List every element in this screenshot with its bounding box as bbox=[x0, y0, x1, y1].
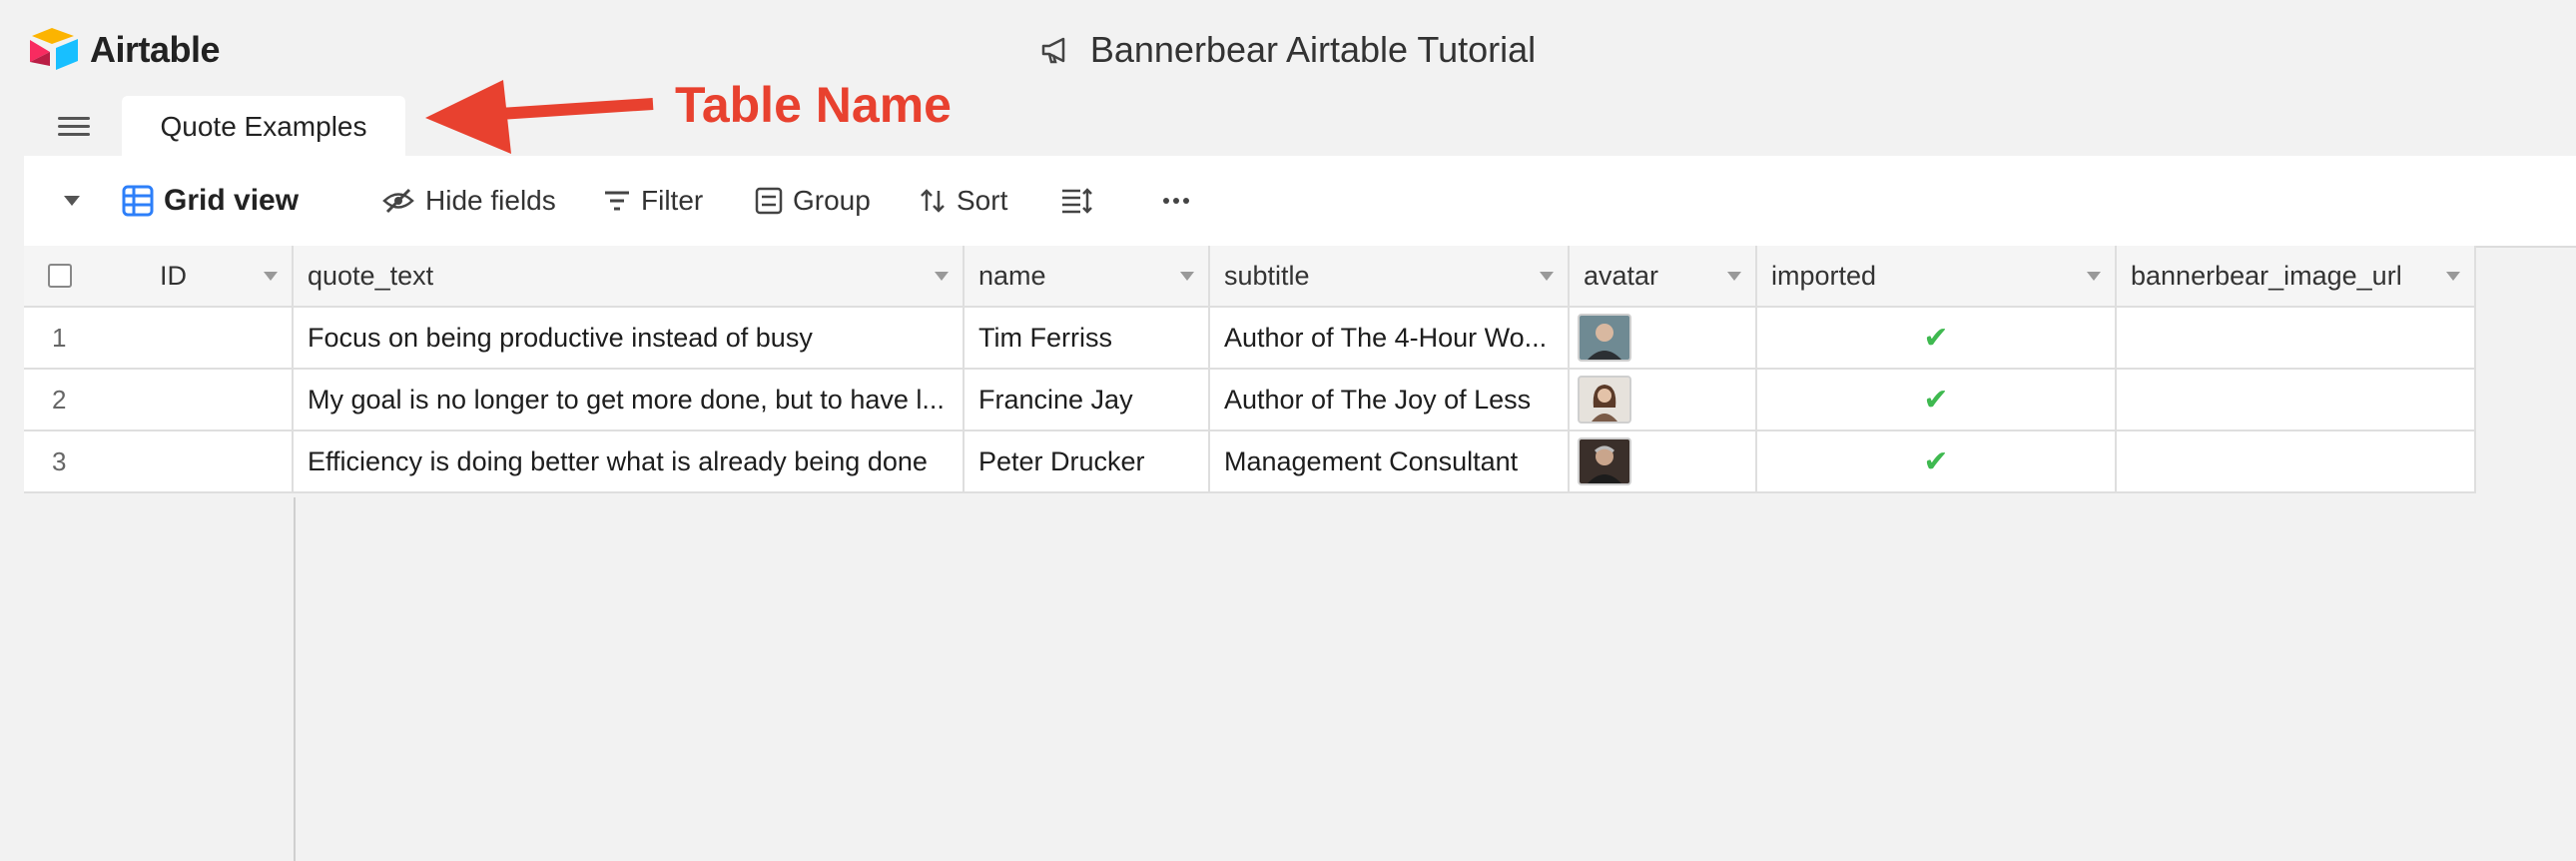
grid-view-button[interactable]: Grid view bbox=[122, 156, 299, 246]
cell-imported[interactable]: ✔ bbox=[1757, 431, 2117, 493]
column-header-label: subtitle bbox=[1224, 260, 1310, 291]
select-all-checkbox[interactable] bbox=[48, 264, 72, 288]
column-menu-caret-icon[interactable] bbox=[1180, 271, 1194, 281]
cell-imported[interactable]: ✔ bbox=[1757, 370, 2117, 431]
column-menu-caret-icon[interactable] bbox=[1727, 271, 1741, 281]
hamburger-menu-icon[interactable] bbox=[58, 112, 90, 140]
hide-fields-button[interactable]: Hide fields bbox=[381, 156, 556, 246]
cell-name[interactable]: Tim Ferriss bbox=[965, 308, 1210, 370]
view-toolbar: Grid view Hide fields Filter Group Sort bbox=[24, 156, 2576, 248]
filter-icon bbox=[605, 191, 629, 211]
cell-subtitle[interactable]: Management Consultant bbox=[1210, 431, 1570, 493]
sort-arrows-icon bbox=[921, 189, 945, 213]
cell-quote-text[interactable]: Efficiency is doing better what is alrea… bbox=[294, 431, 965, 493]
cell-subtitle[interactable]: Author of The 4-Hour Wo... bbox=[1210, 308, 1570, 370]
column-header-label: avatar bbox=[1584, 260, 1659, 291]
grid-view-icon bbox=[122, 185, 154, 217]
annotation-arrow-icon bbox=[425, 80, 654, 154]
column-menu-caret-icon[interactable] bbox=[2087, 271, 2101, 281]
row-number-gutter bbox=[24, 497, 296, 861]
cell-avatar[interactable] bbox=[1570, 308, 1757, 370]
hide-fields-label: Hide fields bbox=[425, 185, 556, 216]
column-menu-caret-icon[interactable] bbox=[935, 271, 949, 281]
ellipsis-icon bbox=[1163, 198, 1189, 204]
column-header-subtitle[interactable]: subtitle bbox=[1210, 246, 1570, 308]
column-header-id[interactable]: ID bbox=[24, 246, 294, 308]
column-header-name[interactable]: name bbox=[965, 246, 1210, 308]
column-menu-caret-icon[interactable] bbox=[264, 271, 278, 281]
avatar-thumbnail[interactable] bbox=[1578, 376, 1631, 424]
checkmark-icon: ✔ bbox=[1923, 444, 1949, 478]
grid-view-label: Grid view bbox=[164, 184, 300, 217]
column-header-label: quote_text bbox=[308, 260, 434, 291]
cell-subtitle[interactable]: Author of The Joy of Less bbox=[1210, 370, 1570, 431]
column-header-avatar[interactable]: avatar bbox=[1570, 246, 1757, 308]
view-switcher-caret[interactable] bbox=[64, 156, 80, 246]
cell-name[interactable]: Peter Drucker bbox=[965, 431, 1210, 493]
cell-bannerbear-image-url[interactable] bbox=[2117, 370, 2476, 431]
sort-button[interactable]: Sort bbox=[919, 156, 1007, 246]
more-options-icon[interactable] bbox=[1162, 156, 1190, 246]
filter-button[interactable]: Filter bbox=[603, 156, 703, 246]
column-header-label: ID bbox=[160, 260, 187, 291]
column-header-label: imported bbox=[1771, 260, 1877, 291]
airtable-wordmark: Airtable bbox=[90, 29, 221, 70]
column-menu-caret-icon[interactable] bbox=[1540, 271, 1554, 281]
row-height-icon bbox=[1062, 188, 1092, 214]
column-header-bannerbear-image-url[interactable]: bannerbear_image_url bbox=[2117, 246, 2476, 308]
base-title: Bannerbear Airtable Tutorial bbox=[0, 22, 2576, 78]
group-button[interactable]: Group bbox=[755, 156, 871, 246]
annotation-label: Table Name bbox=[675, 77, 952, 133]
checkmark-icon: ✔ bbox=[1923, 383, 1949, 417]
row-number[interactable]: 2 bbox=[24, 370, 294, 431]
row-height-button[interactable] bbox=[1060, 156, 1092, 246]
row-number[interactable]: 3 bbox=[24, 431, 294, 493]
hide-eye-icon bbox=[382, 188, 414, 214]
airtable-logo-icon bbox=[30, 28, 78, 70]
cell-quote-text[interactable]: My goal is no longer to get more done, b… bbox=[294, 370, 965, 431]
cell-bannerbear-image-url[interactable] bbox=[2117, 308, 2476, 370]
avatar-thumbnail[interactable] bbox=[1578, 437, 1631, 485]
column-menu-caret-icon[interactable] bbox=[2446, 271, 2460, 281]
sort-label: Sort bbox=[957, 185, 1008, 216]
cell-avatar[interactable] bbox=[1570, 431, 1757, 493]
group-icon bbox=[755, 187, 783, 215]
cell-bannerbear-image-url[interactable] bbox=[2117, 431, 2476, 493]
megaphone-icon bbox=[1041, 37, 1065, 64]
base-title-text[interactable]: Bannerbear Airtable Tutorial bbox=[1090, 29, 1536, 71]
column-header-label: bannerbear_image_url bbox=[2131, 260, 2402, 291]
column-header-label: name bbox=[978, 260, 1046, 291]
group-label: Group bbox=[793, 185, 871, 216]
column-header-quote-text[interactable]: quote_text bbox=[294, 246, 965, 308]
cell-avatar[interactable] bbox=[1570, 370, 1757, 431]
row-number[interactable]: 1 bbox=[24, 308, 294, 370]
cell-quote-text[interactable]: Focus on being productive instead of bus… bbox=[294, 308, 965, 370]
filter-label: Filter bbox=[641, 185, 704, 216]
caret-down-icon bbox=[64, 196, 80, 206]
column-header-imported[interactable]: imported bbox=[1757, 246, 2117, 308]
avatar-thumbnail[interactable] bbox=[1578, 314, 1631, 362]
tab-quote-examples[interactable]: Quote Examples bbox=[122, 96, 405, 158]
cell-name[interactable]: Francine Jay bbox=[965, 370, 1210, 431]
airtable-logo[interactable]: Airtable bbox=[28, 22, 221, 78]
checkmark-icon: ✔ bbox=[1923, 321, 1949, 355]
cell-imported[interactable]: ✔ bbox=[1757, 308, 2117, 370]
